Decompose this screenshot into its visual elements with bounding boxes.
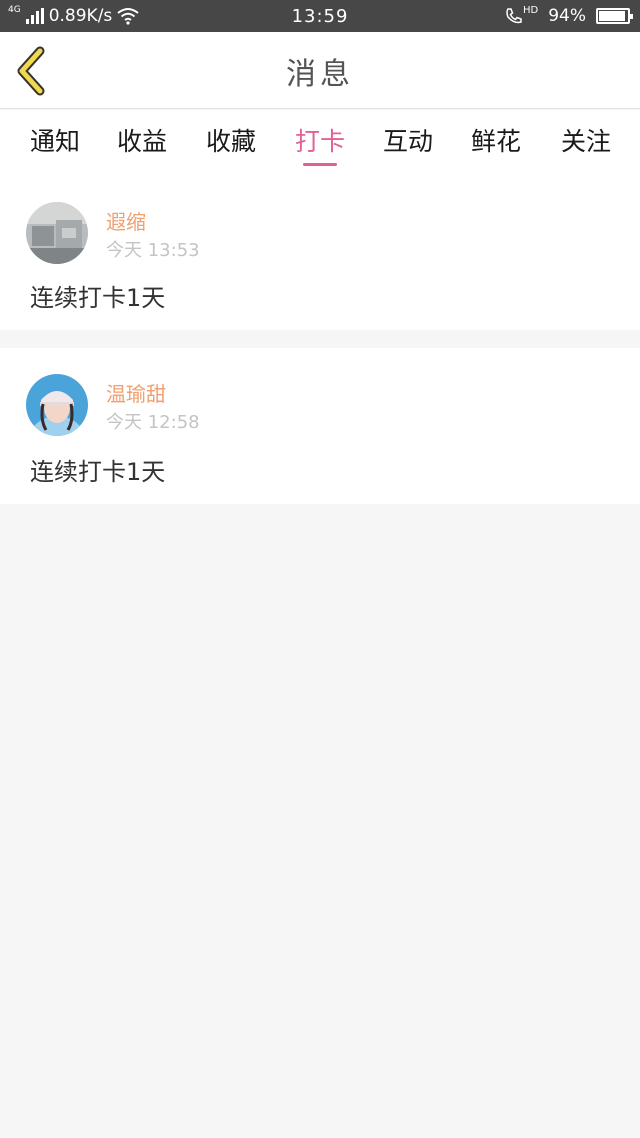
hd-call-indicator: HD (505, 4, 539, 25)
hd-label: HD (522, 4, 539, 16)
tab-interactions[interactable]: 互动 (368, 110, 448, 170)
battery-icon (596, 8, 633, 24)
battery-percent: 94% (548, 6, 586, 26)
avatar[interactable] (26, 202, 88, 264)
message-text: 连续打卡1天 (30, 284, 166, 312)
header-bar: 消息 (0, 32, 640, 109)
message-card[interactable]: 遐缩 今天 13:53 连续打卡1天 (0, 178, 640, 330)
phone-icon (506, 8, 522, 24)
tab-bar: 通知 收益 收藏 打卡 互动 鲜花 关注 (0, 110, 640, 178)
tab-earnings[interactable]: 收益 (102, 110, 182, 170)
tab-flowers[interactable]: 鲜花 (456, 110, 536, 170)
message-text: 连续打卡1天 (30, 458, 166, 486)
active-tab-indicator (303, 163, 337, 166)
avatar[interactable] (26, 374, 88, 436)
tab-following[interactable]: 关注 (546, 110, 626, 170)
avatar-photo (26, 202, 88, 264)
tab-checkin[interactable]: 打卡 (280, 110, 360, 170)
timestamp: 今天 12:58 (106, 412, 200, 433)
status-right: HD 94% (505, 0, 633, 32)
message-card[interactable]: 温瑜甜 今天 12:58 连续打卡1天 (0, 348, 640, 504)
page-title: 消息 (286, 56, 354, 92)
tab-favorites[interactable]: 收藏 (191, 110, 271, 170)
timestamp: 今天 13:53 (106, 240, 200, 261)
battery-fill (599, 11, 626, 21)
avatar-photo (26, 374, 88, 436)
username[interactable]: 遐缩 (106, 206, 146, 235)
status-bar: 4G 0.89K/s 13:59 HD 94% (0, 0, 640, 32)
tab-notifications[interactable]: 通知 (15, 110, 95, 170)
username[interactable]: 温瑜甜 (106, 378, 166, 407)
